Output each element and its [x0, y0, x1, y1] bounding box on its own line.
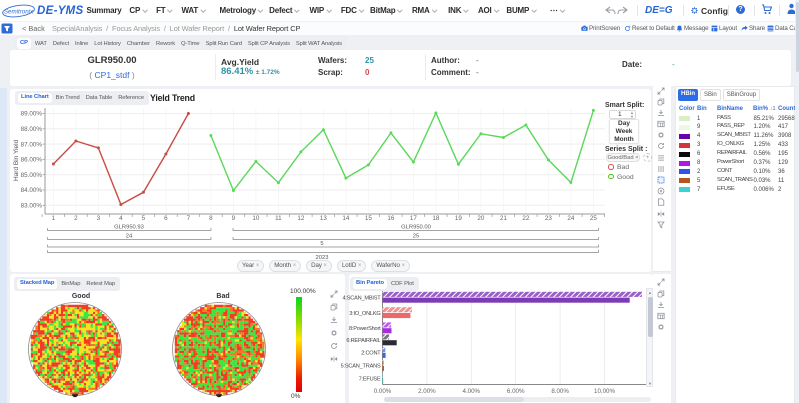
svg-text:2: 2: [74, 215, 78, 222]
svg-text:5: 5: [142, 215, 146, 222]
svg-text:24: 24: [567, 215, 575, 222]
svg-text:6: 6: [164, 215, 168, 222]
svg-text:8.00%: 8.00%: [551, 388, 569, 395]
svg-text:21: 21: [500, 215, 508, 222]
svg-text:6.00%: 6.00%: [507, 388, 525, 395]
svg-text:87.00%: 87.00%: [21, 141, 43, 148]
svg-text:3: 3: [97, 215, 101, 222]
svg-text:3:IO_ONLKG: 3:IO_ONLKG: [349, 311, 380, 317]
svg-text:25: 25: [413, 234, 419, 240]
svg-text:85.00%: 85.00%: [21, 172, 43, 179]
svg-text:GLR950.00: GLR950.00: [401, 225, 431, 231]
svg-text:12: 12: [297, 215, 305, 222]
svg-text:15: 15: [365, 215, 373, 222]
svg-text:10: 10: [252, 215, 260, 222]
svg-text:7: 7: [187, 215, 191, 222]
svg-text:20: 20: [477, 215, 485, 222]
svg-text:88.00%: 88.00%: [21, 126, 43, 133]
svg-text:4: 4: [119, 215, 123, 222]
svg-text:22: 22: [522, 215, 530, 222]
svg-text:5: 5: [320, 241, 323, 247]
svg-text:83.00%: 83.00%: [21, 203, 43, 210]
svg-text:0.00%: 0.00%: [374, 388, 392, 395]
svg-text:25: 25: [590, 215, 598, 222]
svg-text:2:CONT: 2:CONT: [361, 351, 381, 357]
svg-text:8:PowerShort: 8:PowerShort: [349, 326, 381, 332]
svg-text:11: 11: [275, 215, 282, 222]
svg-text:4:SCAN_MBIST: 4:SCAN_MBIST: [342, 295, 381, 301]
svg-text:6:REPAIRFAIL: 6:REPAIRFAIL: [346, 338, 380, 344]
svg-text:1: 1: [52, 215, 56, 222]
svg-text:84.00%: 84.00%: [21, 187, 43, 194]
svg-text:10.00%: 10.00%: [594, 388, 615, 395]
svg-text:18: 18: [432, 215, 440, 222]
svg-text:8: 8: [209, 215, 213, 222]
svg-text:24: 24: [126, 234, 133, 240]
svg-text:GLR950.93: GLR950.93: [114, 225, 144, 231]
svg-text:86.00%: 86.00%: [21, 157, 43, 164]
svg-text:13: 13: [320, 215, 328, 222]
svg-text:Semitronix: Semitronix: [4, 9, 34, 16]
svg-text:9: 9: [232, 215, 236, 222]
svg-text:4.00%: 4.00%: [463, 388, 481, 395]
svg-text:7:EFUSE: 7:EFUSE: [359, 376, 381, 382]
svg-text:17: 17: [410, 215, 418, 222]
svg-text:89.00%: 89.00%: [21, 111, 43, 118]
svg-text:2.00%: 2.00%: [418, 388, 436, 395]
svg-text:16: 16: [387, 215, 395, 222]
svg-text:19: 19: [455, 215, 463, 222]
svg-text:23: 23: [545, 215, 553, 222]
svg-text:14: 14: [342, 215, 350, 222]
svg-text:5:SCAN_TRANS: 5:SCAN_TRANS: [341, 364, 381, 370]
